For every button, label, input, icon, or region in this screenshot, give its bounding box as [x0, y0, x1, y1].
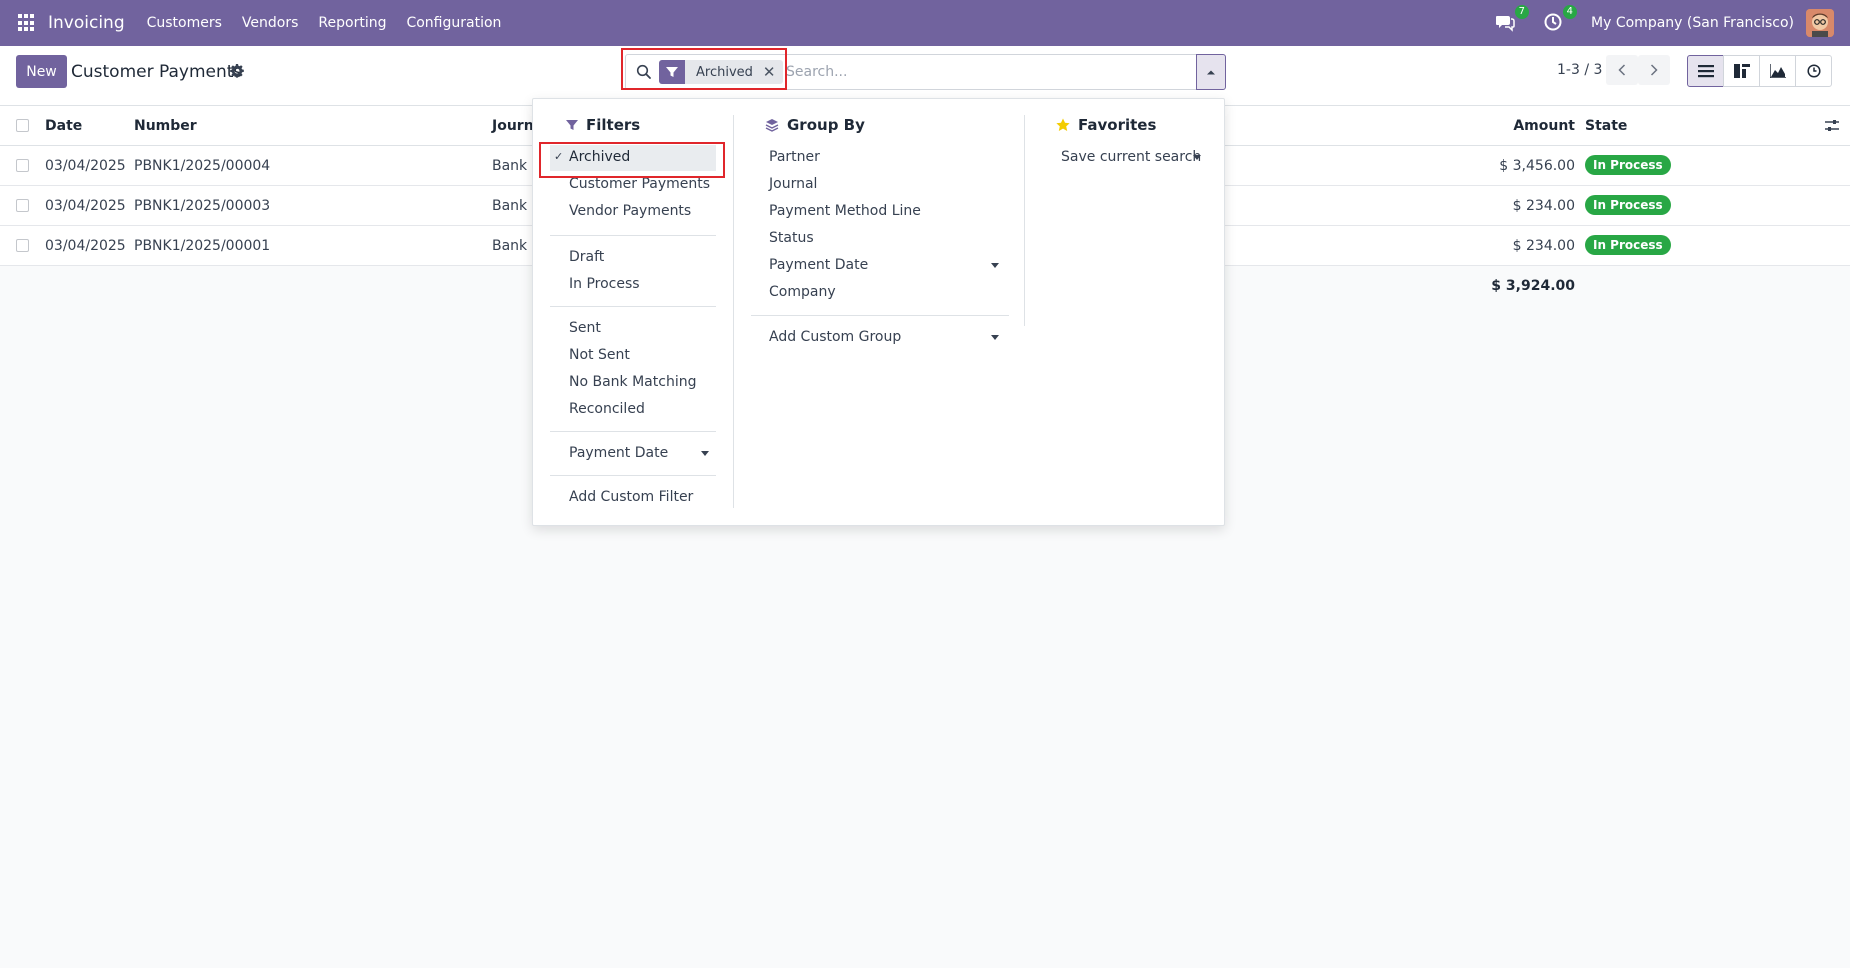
layers-icon: [765, 119, 779, 132]
favorites-title: Favorites: [1078, 116, 1157, 134]
menu-customers[interactable]: Customers: [147, 15, 222, 31]
filter-vendor-payments[interactable]: Vendor Payments: [569, 203, 691, 219]
caret-up-icon: [1207, 70, 1215, 75]
optional-columns-icon[interactable]: [1825, 119, 1839, 133]
filter-archived-highlight: [539, 142, 725, 178]
status-badge: In Process: [1585, 195, 1671, 215]
pager-value[interactable]: 1-3 / 3: [1557, 62, 1602, 78]
gear-icon[interactable]: [230, 64, 244, 78]
column-header-state[interactable]: State: [1585, 118, 1627, 134]
cell-amount: $ 3,456.00: [1499, 158, 1575, 174]
cell-amount: $ 234.00: [1512, 238, 1575, 254]
column-header-amount[interactable]: Amount: [1513, 118, 1575, 134]
menu-vendors[interactable]: Vendors: [242, 15, 298, 31]
area-chart-icon: [1769, 64, 1786, 78]
messages-icon[interactable]: 7: [1495, 5, 1530, 34]
groupby-title: Group By: [787, 116, 865, 134]
cell-journal: Bank: [492, 158, 528, 174]
activities-icon[interactable]: 4: [1543, 5, 1578, 34]
filters-heading: Filters: [566, 116, 640, 134]
menu-configuration[interactable]: Configuration: [406, 15, 501, 31]
groupby-partner[interactable]: Partner: [769, 149, 820, 165]
control-panel: New Customer Payments Archived ✕ 1-3 / 3: [0, 46, 1850, 106]
status-badge: In Process: [1585, 235, 1671, 255]
activity-view-button[interactable]: [1795, 55, 1832, 87]
row-checkbox[interactable]: [16, 239, 29, 252]
row-checkbox[interactable]: [16, 199, 29, 212]
row-checkbox[interactable]: [16, 159, 29, 172]
divider: [550, 235, 716, 236]
status-badge: In Process: [1585, 155, 1671, 175]
add-custom-group[interactable]: Add Custom Group: [769, 329, 901, 345]
column-divider: [733, 115, 734, 508]
search-facet-highlight: [621, 48, 787, 90]
filters-title: Filters: [586, 116, 641, 134]
cell-number: PBNK1/2025/00001: [134, 238, 271, 254]
filter-icon: [566, 120, 578, 130]
search-input[interactable]: [786, 61, 1086, 83]
cell-number: PBNK1/2025/00003: [134, 198, 271, 214]
divider: [550, 475, 716, 476]
user-avatar[interactable]: [1806, 9, 1834, 37]
cell-journal: Bank: [492, 198, 528, 214]
clock-icon: [1806, 64, 1821, 78]
divider: [550, 306, 716, 307]
divider: [550, 431, 716, 432]
divider: [751, 315, 1009, 316]
caret-down-icon: [991, 263, 999, 268]
top-navbar: Invoicing Customers Vendors Reporting Co…: [0, 0, 1850, 46]
company-switcher[interactable]: My Company (San Francisco): [1591, 15, 1794, 31]
pager-previous-button[interactable]: [1606, 55, 1638, 85]
groupby-company[interactable]: Company: [769, 284, 836, 300]
groupby-payment-date[interactable]: Payment Date: [769, 257, 868, 273]
save-current-search[interactable]: Save current search: [1061, 149, 1201, 165]
activities-count-badge: 4: [1562, 5, 1578, 19]
column-divider: [1024, 115, 1025, 326]
filter-no-bank-matching[interactable]: No Bank Matching: [569, 374, 696, 390]
new-button[interactable]: New: [16, 55, 67, 88]
filter-sent[interactable]: Sent: [569, 320, 601, 336]
column-header-number[interactable]: Number: [134, 118, 197, 134]
chevron-right-icon: [1650, 64, 1658, 76]
apps-menu-icon[interactable]: [18, 14, 36, 32]
filter-payment-date[interactable]: Payment Date: [569, 445, 668, 461]
list-icon: [1697, 65, 1714, 78]
cell-date: 03/04/2025: [45, 158, 126, 174]
cell-journal: Bank: [492, 238, 528, 254]
search-panel-toggle[interactable]: [1196, 54, 1226, 90]
page-title[interactable]: Customer Payments: [71, 62, 242, 82]
add-custom-filter[interactable]: Add Custom Filter: [569, 489, 693, 505]
caret-down-icon: [991, 335, 999, 340]
menu-reporting[interactable]: Reporting: [318, 15, 386, 31]
filter-draft[interactable]: Draft: [569, 249, 604, 265]
caret-down-icon: [701, 451, 709, 456]
kanban-view-button[interactable]: [1723, 55, 1760, 87]
kanban-icon: [1733, 64, 1750, 78]
cell-amount: $ 234.00: [1512, 198, 1575, 214]
groupby-journal[interactable]: Journal: [769, 176, 817, 192]
cell-number: PBNK1/2025/00004: [134, 158, 271, 174]
messages-count-badge: 7: [1514, 5, 1530, 19]
chevron-left-icon: [1618, 64, 1626, 76]
groupby-status[interactable]: Status: [769, 230, 814, 246]
pager-next-button[interactable]: [1638, 55, 1670, 85]
caret-down-icon: [1193, 155, 1201, 160]
star-icon: [1056, 118, 1070, 131]
filter-in-process[interactable]: In Process: [569, 276, 640, 292]
list-view-button[interactable]: [1687, 55, 1724, 87]
filter-not-sent[interactable]: Not Sent: [569, 347, 630, 363]
filter-reconciled[interactable]: Reconciled: [569, 401, 645, 417]
amount-total: $ 3,924.00: [1491, 278, 1575, 294]
cell-date: 03/04/2025: [45, 238, 126, 254]
graph-view-button[interactable]: [1759, 55, 1796, 87]
filter-customer-payments[interactable]: Customer Payments: [569, 176, 710, 192]
select-all-checkbox[interactable]: [16, 119, 29, 132]
groupby-heading: Group By: [765, 116, 865, 134]
app-name[interactable]: Invoicing: [48, 13, 125, 33]
cell-date: 03/04/2025: [45, 198, 126, 214]
column-header-date[interactable]: Date: [45, 118, 82, 134]
groupby-payment-method-line[interactable]: Payment Method Line: [769, 203, 921, 219]
favorites-heading: Favorites: [1056, 116, 1156, 134]
